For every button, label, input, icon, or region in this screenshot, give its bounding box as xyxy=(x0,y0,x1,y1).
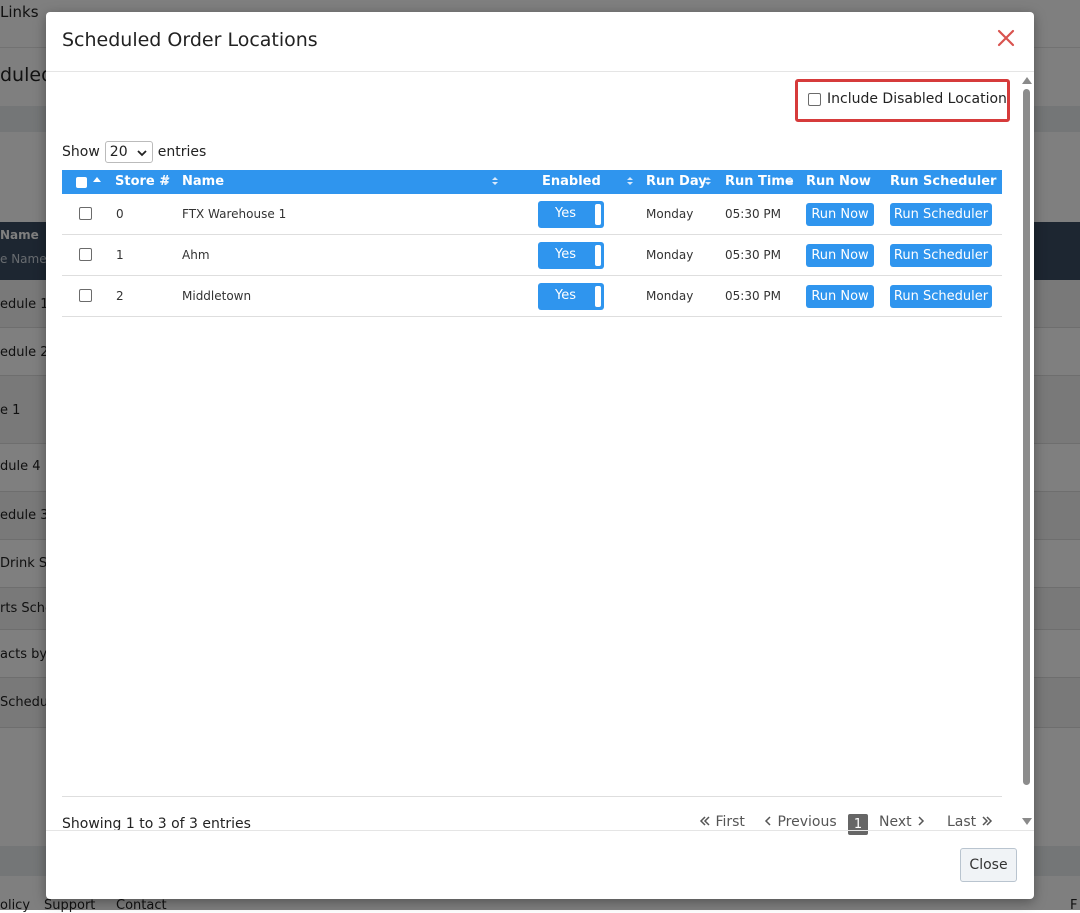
cell-store: 0 xyxy=(116,207,124,221)
select-all-checkbox[interactable] xyxy=(76,177,87,188)
column-header-run-scheduler: Run Scheduler xyxy=(890,174,997,189)
pagination-next[interactable]: Next xyxy=(879,814,926,830)
double-chevron-left-icon xyxy=(699,814,715,830)
run-scheduler-button[interactable]: Run Scheduler xyxy=(890,203,992,226)
scroll-up-arrow-icon[interactable] xyxy=(1022,77,1032,84)
table-row: 2 Middletown Yes Monday 05:30 PM Run Now… xyxy=(62,276,1002,317)
pagination-next-label: Next xyxy=(879,814,912,830)
pagination-previous[interactable]: Previous xyxy=(763,814,837,830)
cell-run-time: 05:30 PM xyxy=(725,289,781,303)
cell-run-day: Monday xyxy=(646,248,694,262)
enabled-toggle[interactable]: Yes xyxy=(538,283,604,310)
sort-icon xyxy=(93,176,101,182)
entries-label: entries xyxy=(157,144,207,160)
column-header-enabled[interactable]: Enabled xyxy=(542,174,601,189)
show-label: Show xyxy=(62,144,100,160)
table-header-row: Store # Name Enabled Run Day Run Time Ru… xyxy=(62,170,1002,194)
enabled-toggle[interactable]: Yes xyxy=(538,242,604,269)
close-button[interactable]: Close xyxy=(960,848,1017,882)
run-now-button[interactable]: Run Now xyxy=(806,203,874,226)
cell-store: 1 xyxy=(116,248,124,262)
enabled-toggle[interactable]: Yes xyxy=(538,201,604,228)
row-checkbox[interactable] xyxy=(79,248,92,261)
double-chevron-right-icon xyxy=(981,814,993,830)
include-disabled-toggle: Include Disabled Location xyxy=(795,79,1010,122)
sort-icon xyxy=(163,176,169,186)
close-icon[interactable] xyxy=(996,28,1016,50)
cell-run-time: 05:30 PM xyxy=(725,207,781,221)
run-now-button[interactable]: Run Now xyxy=(806,285,874,308)
pagination-first-label: First xyxy=(715,814,745,830)
column-header-store[interactable]: Store # xyxy=(115,174,170,189)
entries-per-page-select[interactable]: 20 xyxy=(104,141,153,163)
scheduled-locations-modal: Scheduled Order Locations Include Disabl… xyxy=(46,12,1034,899)
include-disabled-label[interactable]: Include Disabled Location xyxy=(827,91,1007,107)
cell-run-day: Monday xyxy=(646,207,694,221)
sort-icon xyxy=(787,176,793,186)
table-row: 1 Ahm Yes Monday 05:30 PM Run Now Run Sc… xyxy=(62,235,1002,276)
pagination-first[interactable]: First xyxy=(699,814,745,830)
modal-body: Include Disabled Location Show 20 entrie… xyxy=(46,73,1034,835)
column-header-name[interactable]: Name xyxy=(182,174,224,189)
pagination-last[interactable]: Last xyxy=(947,814,993,830)
show-entries: Show 20 entries xyxy=(62,141,206,163)
sort-icon xyxy=(705,176,711,186)
chevron-left-icon xyxy=(763,814,777,830)
entries-select-value: 20 xyxy=(109,144,128,160)
modal-header: Scheduled Order Locations xyxy=(46,12,1034,72)
chevron-right-icon xyxy=(916,814,926,830)
run-scheduler-button[interactable]: Run Scheduler xyxy=(890,285,992,308)
cell-run-time: 05:30 PM xyxy=(725,248,781,262)
scrollbar-thumb[interactable] xyxy=(1023,89,1030,785)
run-scheduler-button[interactable]: Run Scheduler xyxy=(890,244,992,267)
cell-name: Middletown xyxy=(182,289,252,303)
pagination-previous-label: Previous xyxy=(777,814,837,830)
modal-footer: Close xyxy=(46,830,1034,899)
table-row: 0 FTX Warehouse 1 Yes Monday 05:30 PM Ru… xyxy=(62,194,1002,235)
run-now-button[interactable]: Run Now xyxy=(806,244,874,267)
table-divider xyxy=(62,796,1002,797)
column-header-run-now: Run Now xyxy=(806,174,871,189)
cell-store: 2 xyxy=(116,289,124,303)
cell-name: FTX Warehouse 1 xyxy=(182,207,287,221)
sort-icon xyxy=(627,176,633,186)
cell-run-day: Monday xyxy=(646,289,694,303)
include-disabled-checkbox[interactable] xyxy=(808,93,821,106)
modal-title: Scheduled Order Locations xyxy=(62,29,318,51)
sort-icon xyxy=(492,176,498,186)
cell-name: Ahm xyxy=(182,248,210,262)
column-header-run-day[interactable]: Run Day xyxy=(646,174,707,189)
row-checkbox[interactable] xyxy=(79,207,92,220)
scroll-down-arrow-icon[interactable] xyxy=(1022,818,1032,825)
pagination-last-label: Last xyxy=(947,814,977,830)
row-checkbox[interactable] xyxy=(79,289,92,302)
column-header-run-time[interactable]: Run Time xyxy=(725,174,794,189)
